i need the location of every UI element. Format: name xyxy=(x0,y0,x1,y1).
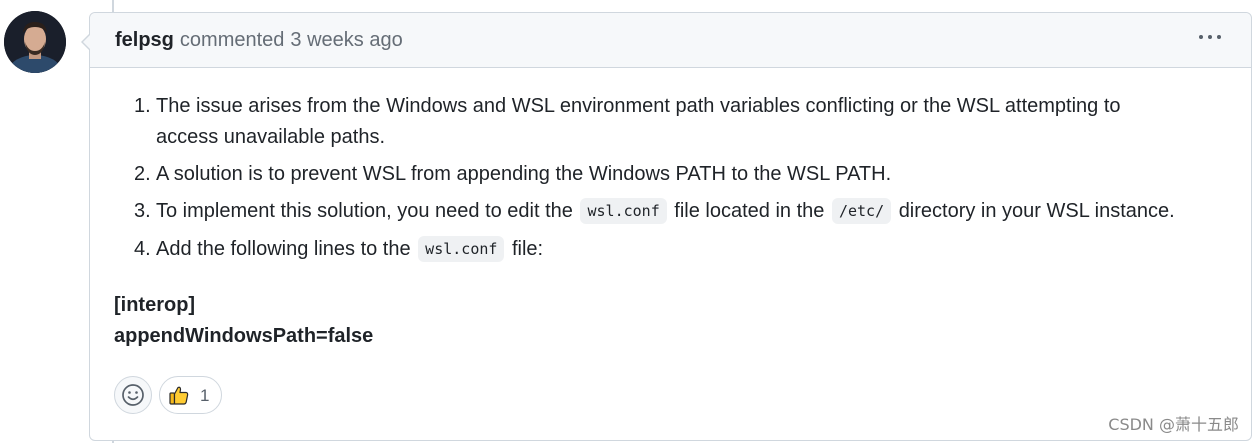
kebab-dot xyxy=(1199,35,1203,39)
list-text: Add the following lines to the xyxy=(156,238,411,260)
avatar[interactable] xyxy=(4,11,66,73)
inline-code: wsl.conf xyxy=(418,236,505,262)
list-text: access unavailable paths. xyxy=(156,126,386,148)
list-text: A solution is to prevent WSL from append… xyxy=(156,163,892,185)
ordered-list: 1. The issue arises from the Windows and… xyxy=(134,91,1236,272)
list-text: file: xyxy=(511,238,544,260)
kebab-horizontal-icon[interactable] xyxy=(1199,31,1221,43)
comment-timestamp[interactable]: 3 weeks ago xyxy=(290,29,402,52)
list-text: file located in the xyxy=(674,200,825,222)
list-number: 3. xyxy=(134,200,151,222)
inline-code: /etc/ xyxy=(831,198,892,224)
comment-header: felpsg commented 3 weeks ago xyxy=(90,13,1251,68)
reactions-bar: 1 xyxy=(114,376,223,414)
list-number: 2. xyxy=(134,163,151,185)
config-line-section: [interop] xyxy=(114,294,196,316)
list-text: The issue arises from the Windows and WS… xyxy=(156,95,1121,117)
list-item: 4. Add the following lines to the wsl.co… xyxy=(134,234,1236,266)
thumbs-up-icon xyxy=(169,386,189,405)
list-text: To implement this solution, you need to … xyxy=(156,200,573,222)
comment-author[interactable]: felpsg xyxy=(115,29,174,52)
smiley-icon xyxy=(122,384,144,406)
inline-code: wsl.conf xyxy=(580,198,667,224)
list-number: 1. xyxy=(134,95,151,117)
watermark: CSDN @萧十五郎 xyxy=(1108,415,1239,434)
reaction-count: 1 xyxy=(200,385,210,405)
list-item: 3. To implement this solution, you need … xyxy=(134,196,1236,228)
thumbs-up-reaction[interactable]: 1 xyxy=(159,376,223,414)
kebab-dot xyxy=(1217,35,1221,39)
list-text: directory in your WSL instance. xyxy=(898,200,1175,222)
comment-action: commented xyxy=(179,28,285,51)
list-item: 2. A solution is to prevent WSL from app… xyxy=(134,159,1236,190)
add-reaction-button[interactable] xyxy=(114,376,152,414)
list-item: 1. The issue arises from the Windows and… xyxy=(134,91,1236,153)
kebab-dot xyxy=(1208,35,1212,39)
comment-box: felpsg commented 3 weeks ago 1. The issu… xyxy=(81,12,1252,441)
avatar-photo xyxy=(4,11,66,73)
config-line-setting: appendWindowsPath=false xyxy=(114,325,374,347)
list-number: 4. xyxy=(134,238,151,260)
